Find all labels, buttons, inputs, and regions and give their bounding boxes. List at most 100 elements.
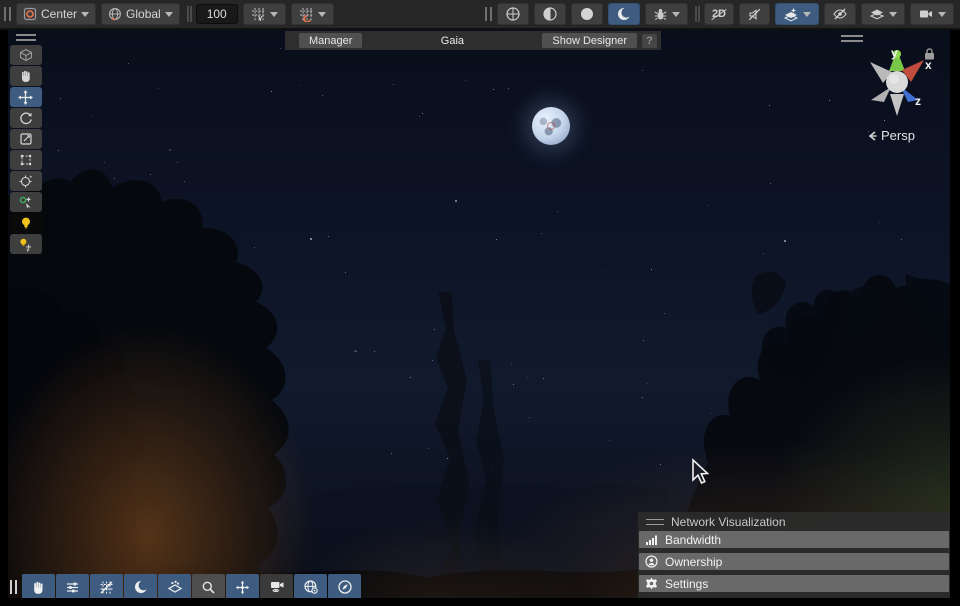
gear-icon [645,577,658,590]
visibility-off-icon [832,6,848,22]
tools-drag-handle[interactable] [16,34,36,41]
chevron-down-icon [165,12,173,17]
grid-snap-y-icon: Y [251,7,266,22]
bandwidth-button[interactable]: Bandwidth [639,531,949,548]
lighting-mode-button[interactable] [608,3,640,25]
chevron-down-icon [270,12,278,17]
chevron-left-icon [868,131,878,141]
network-panel-title: Network Visualization [671,515,786,529]
light-place-tool-button[interactable] [10,234,42,254]
ownership-button[interactable]: Ownership [639,553,949,570]
scene-viewport[interactable]: Manager Gaia Show Designer ? [8,30,950,598]
gaia-show-designer-button[interactable]: Show Designer [542,33,637,48]
bottom-toolbar-overlay [10,574,361,598]
grid-toggle-button[interactable] [90,574,123,598]
magnifier-icon [201,580,216,595]
tools-overlay [9,34,42,254]
layers-button[interactable] [861,3,905,25]
shaded-wireframe-button[interactable] [534,3,566,25]
orientation-button[interactable]: Global [101,3,180,25]
grid-snap-increment-icon [299,7,314,22]
half-sphere-icon [542,6,558,22]
shaded-mode-button[interactable] [571,3,603,25]
chevron-down-icon [672,12,680,17]
move-tool-button[interactable] [10,87,42,107]
globe-gear-icon [303,579,319,595]
bar-chart-icon [645,534,658,546]
gaia-help-button[interactable]: ? [642,34,657,48]
projection-switcher[interactable]: Persp [868,128,915,143]
pivot-mode-label: Center [41,7,77,21]
toolbar-drag-handle[interactable] [485,7,492,21]
axis-x-label[interactable]: x [925,58,932,72]
compass-icon [337,579,353,595]
pivot-mode-button[interactable]: Center [16,3,96,25]
compass-button[interactable] [328,574,361,598]
pan-tool-button[interactable] [10,66,42,86]
lock-icon[interactable] [924,48,935,60]
moon-icon [133,579,149,595]
move-arrows-icon [18,90,33,105]
pan-hand-tool-button[interactable] [22,574,55,598]
effects-button[interactable] [775,3,819,25]
spawn-tool-button[interactable] [10,192,42,212]
night-mode-button[interactable] [124,574,157,598]
gizmo-drag-handle[interactable] [841,35,863,42]
camera-view-button[interactable] [260,574,293,598]
axis-y-label[interactable]: y [891,46,898,60]
transform-tool-button[interactable] [10,171,42,191]
light-tool-button[interactable] [10,213,42,233]
svg-text:Y: Y [258,16,263,22]
chevron-down-icon [938,12,946,17]
rotate-icon [19,111,33,125]
camera-menu-button[interactable] [910,3,954,25]
gaia-manager-button[interactable]: Manager [299,33,362,48]
chevron-down-icon [318,12,326,17]
toolbar-right-group: 2D [485,3,954,25]
network-panel-header: Network Visualization [638,512,950,531]
camera-eye-icon [269,579,285,595]
toolbar-drag-handle[interactable] [4,7,11,21]
orientation-gizmo[interactable]: y x z Persp [836,32,948,150]
search-zoom-button[interactable] [192,574,225,598]
axis-z-label[interactable]: z [915,94,921,108]
chevron-down-icon [803,12,811,17]
move-cross-icon [235,580,250,595]
grid-snap-button[interactable]: Y [243,3,286,25]
2d-toggle-icon: 2D [712,8,726,20]
grid-slash-icon [99,580,114,595]
light-bulb-move-icon [18,237,33,252]
2d-toggle-button[interactable]: 2D [704,3,734,25]
rotate-tool-button[interactable] [10,108,42,128]
network-panel-drag-handle[interactable] [646,519,664,525]
layers-icon [869,6,885,22]
crescent-icon [616,6,632,22]
debug-button[interactable] [645,3,688,25]
projection-label: Persp [881,128,915,143]
chevron-down-icon [81,12,89,17]
grid-increment-button[interactable] [291,3,334,25]
move-overlay-button[interactable] [226,574,259,598]
transform-icon [18,174,33,189]
snap-value-input[interactable] [196,4,238,24]
audio-toggle-button[interactable] [739,3,770,25]
settings-label: Settings [665,577,708,591]
scene-visibility-button[interactable] [824,3,856,25]
unity-scene-view-window: Center Global Y [0,0,960,606]
scale-tool-button[interactable] [10,129,42,149]
bandwidth-label: Bandwidth [665,533,721,547]
spawn-plus-icon [18,195,33,210]
world-settings-button[interactable] [294,574,327,598]
settings-sliders-button[interactable] [56,574,89,598]
audio-mute-icon [747,7,762,22]
rect-tool-button[interactable] [10,150,42,170]
person-icon [645,555,658,568]
view-cube-tool-button[interactable] [10,45,42,65]
pivot-icon [23,7,37,21]
gaia-overlay-bar: Manager Gaia Show Designer ? [285,31,661,50]
terrain-layers-button[interactable] [158,574,191,598]
wireframe-mode-button[interactable] [497,3,529,25]
settings-button[interactable]: Settings [639,575,949,592]
bottom-toolbar-drag-handle[interactable] [10,580,17,594]
effects-icon [783,6,799,22]
